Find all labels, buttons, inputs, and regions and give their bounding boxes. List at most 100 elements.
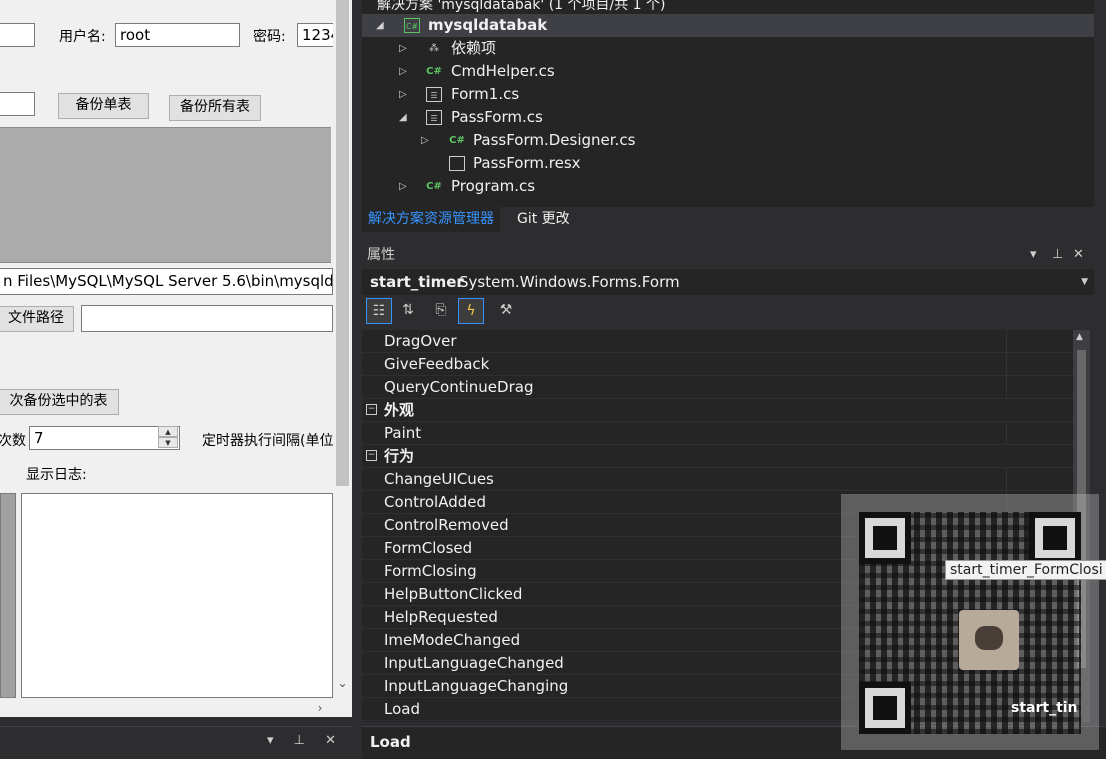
dependencies-icon: ⁂	[429, 43, 439, 54]
tab-solution-explorer[interactable]: 解决方案资源管理器	[362, 207, 500, 232]
qr-finder-pattern	[1029, 512, 1081, 564]
close-icon[interactable]: ✕	[1073, 242, 1084, 268]
property-name: ImeModeChanged	[384, 631, 521, 649]
designer-vertical-scrollbar[interactable]: ⌄	[333, 0, 352, 700]
spin-down-icon[interactable]: ▼	[158, 437, 178, 448]
qr-finder-pattern	[859, 682, 911, 734]
overlay-caption: start_tin	[1011, 700, 1078, 716]
scrollbar-thumb[interactable]	[336, 0, 349, 486]
property-name: Paint	[384, 424, 422, 442]
property-name: InputLanguageChanging	[384, 677, 569, 695]
tree-item-label: Program.cs	[451, 177, 536, 195]
csharp-project-icon: C#	[404, 18, 420, 33]
properties-icon[interactable]: ⎘	[428, 298, 454, 324]
designer-horizontal-scrollbar[interactable]: ›	[0, 700, 352, 717]
tree-item-program[interactable]: ▷ C# Program.cs	[362, 175, 1094, 198]
property-row[interactable]: QueryContinueDrag	[362, 376, 1090, 399]
spin-up-icon[interactable]: ▲	[158, 426, 178, 437]
solution-root-row[interactable]: 解决方案 'mysqldatabak' (1 个项目/共 1 个)	[362, 0, 1094, 14]
collapsed-arrow-icon[interactable]: ▷	[399, 37, 407, 60]
host-field[interactable]	[0, 23, 35, 47]
bottom-tool-window-header: ▾ ⊥ ✕	[0, 726, 352, 759]
count-label: 次数	[0, 433, 26, 449]
csharp-file-icon: C#	[426, 181, 442, 192]
property-name: GiveFeedback	[384, 355, 490, 373]
property-row[interactable]: GiveFeedback	[362, 353, 1090, 376]
alphabetical-icon[interactable]: ⇅	[395, 298, 421, 324]
category-row-appearance[interactable]: − 外观	[362, 399, 1090, 422]
table-name-field[interactable]	[0, 92, 35, 116]
backup-single-table-button[interactable]: 备份单表	[58, 93, 149, 119]
object-selector[interactable]: start_timer System.Windows.Forms.Form ▼	[362, 269, 1094, 295]
property-row[interactable]: Paint	[362, 422, 1090, 445]
tree-item-label: PassForm.cs	[451, 108, 543, 126]
pin-icon[interactable]: ⊥	[1052, 242, 1063, 268]
category-name: 外观	[384, 401, 415, 419]
tree-item-form1[interactable]: ▷ ☰ Form1.cs	[362, 83, 1094, 106]
tree-item-dependencies[interactable]: ▷ ⁂ 依赖项	[362, 37, 1094, 60]
file-path-field[interactable]	[81, 305, 333, 332]
username-field[interactable]: root	[115, 23, 240, 47]
csharp-file-icon: C#	[449, 135, 465, 146]
collapsed-arrow-icon[interactable]: ▷	[399, 60, 407, 83]
solution-root-label: 解决方案 'mysqldatabak' (1 个项目/共 1 个)	[377, 0, 666, 13]
property-row[interactable]: ChangeUICues	[362, 468, 1090, 491]
tool-window-buttons[interactable]: ▾ ⊥ ✕	[267, 733, 344, 748]
password-label: 密码:	[253, 29, 286, 45]
object-type: System.Windows.Forms.Form	[459, 273, 680, 291]
property-name: DragOver	[384, 332, 457, 350]
property-name: ChangeUICues	[384, 470, 494, 488]
tab-git-changes[interactable]: Git 更改	[511, 207, 576, 232]
tree-item-label: Form1.cs	[451, 85, 520, 103]
qr-code-overlay: start_timer_FormClosi start_tin	[841, 494, 1106, 750]
log-side-panel	[0, 493, 16, 698]
form-file-icon: ☰	[426, 87, 442, 102]
file-path-button[interactable]: 文件路径	[0, 306, 74, 332]
tree-item-cmdhelper[interactable]: ▷ C# CmdHelper.cs	[362, 60, 1094, 83]
tree-item-passform-resx[interactable]: PassForm.resx	[362, 152, 1094, 175]
category-row-behavior[interactable]: − 行为	[362, 445, 1090, 468]
collapse-icon[interactable]: −	[366, 450, 377, 461]
chevron-up-icon[interactable]: ▲	[1076, 332, 1083, 342]
username-label: 用户名:	[59, 29, 106, 45]
property-name: Load	[384, 700, 420, 718]
backup-selected-tables-button[interactable]: 次备份选中的表	[0, 389, 119, 415]
mysqldump-path-field[interactable]: n Files\MySQL\MySQL Server 5.6\bin\mysql…	[0, 268, 333, 295]
property-row[interactable]: DragOver	[362, 330, 1090, 353]
dropdown-arrow-icon[interactable]: ▾	[1030, 242, 1037, 268]
timer-interval-label: 定时器执行间隔(单位	[202, 433, 333, 449]
solution-explorer-panel: ◢ C# mysqldatabak ▷ ⁂ 依赖项 ▷ C# CmdHelper…	[362, 0, 1094, 232]
categorized-icon[interactable]: ☷	[366, 298, 392, 324]
collapsed-arrow-icon[interactable]: ▷	[421, 129, 429, 152]
properties-title: 属性	[367, 247, 395, 263]
count-spinner[interactable]: ▲ ▼	[158, 426, 178, 450]
object-name: start_timer	[370, 273, 464, 291]
property-name: ControlAdded	[384, 493, 487, 511]
tree-item-project[interactable]: ◢ C# mysqldatabak	[362, 14, 1094, 37]
collapsed-arrow-icon[interactable]: ▷	[399, 175, 407, 198]
backup-all-tables-button[interactable]: 备份所有表	[169, 95, 261, 121]
tree-item-label: CmdHelper.cs	[451, 62, 555, 80]
tree-item-passform[interactable]: ◢ ☰ PassForm.cs	[362, 106, 1094, 129]
password-field[interactable]: 1234	[297, 23, 333, 47]
chevron-down-icon[interactable]: ▼	[1081, 269, 1088, 295]
property-name: FormClosing	[384, 562, 477, 580]
designer-form-surface: 用户名: root 密码: 1234 备份单表 备份所有表 n Files\My…	[0, 0, 333, 700]
collapse-icon[interactable]: −	[366, 404, 377, 415]
property-name: InputLanguageChanged	[384, 654, 564, 672]
tree-item-passform-designer[interactable]: ▷ C# PassForm.Designer.cs	[362, 129, 1094, 152]
property-pages-wrench-icon[interactable]: ⚒	[493, 298, 519, 324]
expanded-arrow-icon[interactable]: ◢	[399, 106, 407, 129]
expanded-arrow-icon[interactable]: ◢	[376, 14, 384, 37]
properties-toolbar: ☷ ⇅ ⎘ ϟ ⚒	[362, 296, 1106, 329]
log-textbox[interactable]	[21, 493, 333, 698]
avatar	[959, 610, 1019, 670]
chevron-down-icon[interactable]: ⌄	[336, 676, 349, 694]
properties-title-bar: 属性 ▾ ⊥ ✕	[362, 242, 1106, 268]
chevron-right-icon[interactable]: ›	[313, 700, 327, 717]
events-lightning-icon[interactable]: ϟ	[458, 298, 484, 324]
collapsed-arrow-icon[interactable]: ▷	[399, 83, 407, 106]
tree-item-label: mysqldatabak	[428, 16, 548, 34]
table-grid-view[interactable]	[0, 127, 331, 263]
property-name: HelpRequested	[384, 608, 498, 626]
